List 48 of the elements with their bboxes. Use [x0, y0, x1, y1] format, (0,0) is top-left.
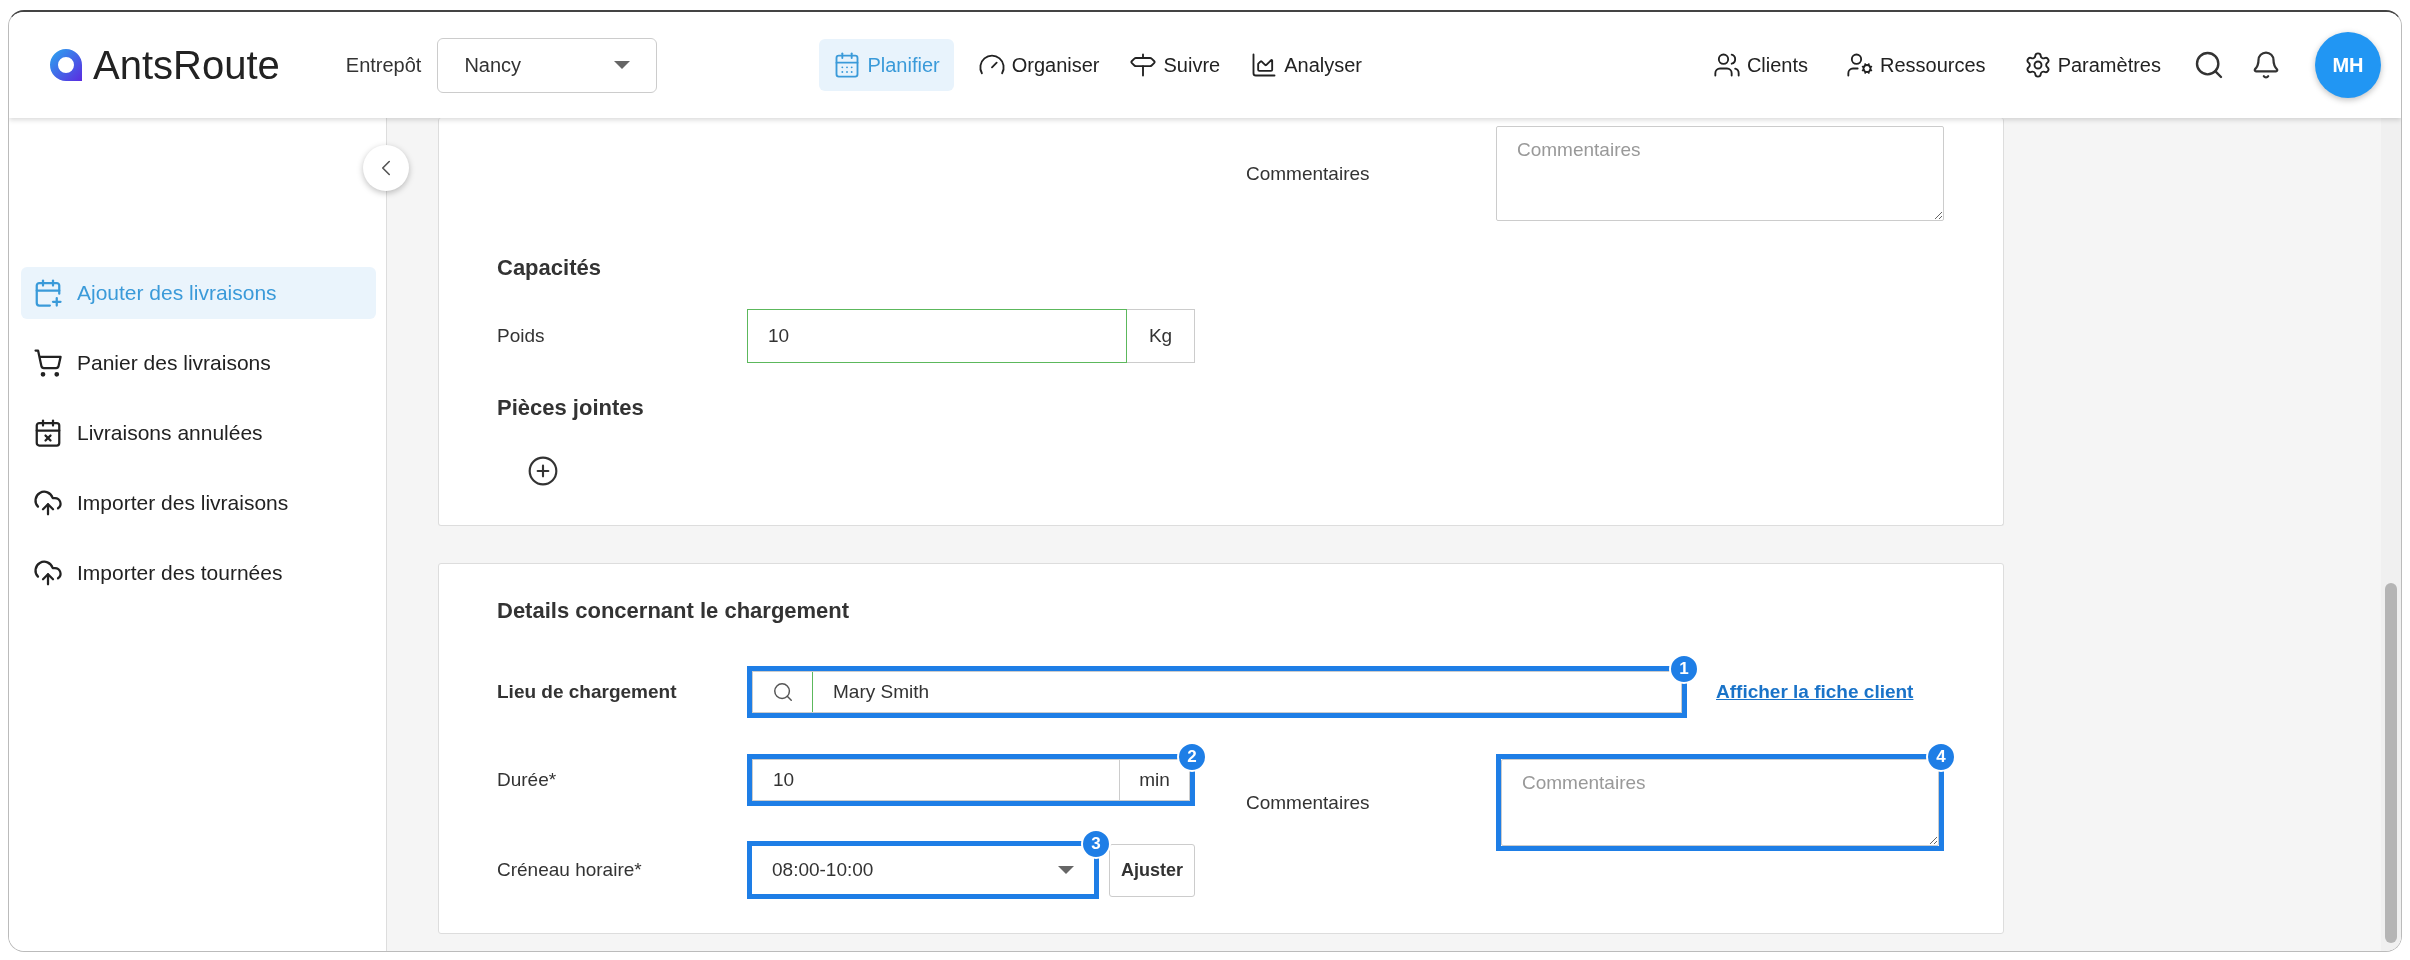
weight-field[interactable]: 10	[747, 309, 1127, 363]
user-gear-icon	[1846, 51, 1874, 79]
users-icon	[1712, 51, 1741, 79]
calendar-x-icon	[33, 418, 63, 448]
sidebar-item[interactable]: Panier des livraisons	[21, 337, 376, 389]
cart-icon	[33, 348, 63, 378]
logo-text: AntsRoute	[93, 42, 280, 88]
caret-icon	[614, 61, 631, 69]
field-label: Poids	[497, 325, 546, 347]
field-label: Commentaires	[1246, 162, 1371, 185]
nav-link[interactable]: Clients	[1706, 39, 1814, 91]
callout-badge: 4	[1926, 742, 1956, 772]
adjust-button[interactable]: Ajuster	[1109, 843, 1195, 897]
section-heading: Pièces jointes	[497, 395, 644, 421]
sidebar-item[interactable]: Importer des tournées	[21, 547, 376, 599]
sidebar-item[interactable]: Importer des livraisons	[21, 477, 376, 529]
callout-badge: 1	[1669, 654, 1699, 684]
comments-field[interactable]: Commentaires	[1501, 759, 1939, 846]
caret-icon	[1058, 866, 1074, 874]
scrollbar[interactable]	[2381, 118, 2401, 951]
signpost-icon	[1129, 51, 1158, 79]
field-label: Commentaires	[1246, 791, 1371, 814]
add-attachment-icon[interactable]	[527, 455, 559, 487]
search-icon	[771, 681, 794, 703]
cloud-upload-icon	[33, 488, 63, 518]
nav-tab[interactable]: Analyser	[1244, 39, 1368, 91]
field-label: Durée*	[497, 769, 558, 791]
unit-label: Kg	[1127, 309, 1195, 363]
client-sheet-link[interactable]: Afficher la fiche client	[1716, 681, 1914, 703]
field-label: Créneau horaire*	[497, 859, 643, 881]
callout-badge: 3	[1081, 829, 1111, 859]
logo-icon	[47, 46, 85, 84]
section-heading: Capacités	[497, 255, 601, 281]
nav-link[interactable]: Paramètres	[2017, 39, 2167, 91]
sidebar-item[interactable]: Livraisons annulées	[21, 407, 376, 459]
nav-tab[interactable]: Organiser	[971, 39, 1106, 91]
warehouse-label: Entrepôt	[345, 53, 422, 77]
field-label: Lieu de chargement	[497, 681, 678, 703]
warehouse-select[interactable]: Nancy	[437, 37, 658, 93]
cloud-upload-icon	[33, 558, 63, 588]
section-heading: Details concernant le chargement	[497, 598, 850, 624]
nav-tab[interactable]: Suivre	[1123, 39, 1227, 91]
callout-badge: 2	[1177, 742, 1207, 772]
bell-icon[interactable]	[2251, 50, 2281, 80]
nav-link[interactable]: Ressources	[1840, 39, 1992, 91]
comments-field[interactable]: Commentaires	[1496, 126, 1944, 221]
calendar-plus-icon	[33, 278, 63, 308]
search-icon[interactable]	[2193, 49, 2225, 81]
